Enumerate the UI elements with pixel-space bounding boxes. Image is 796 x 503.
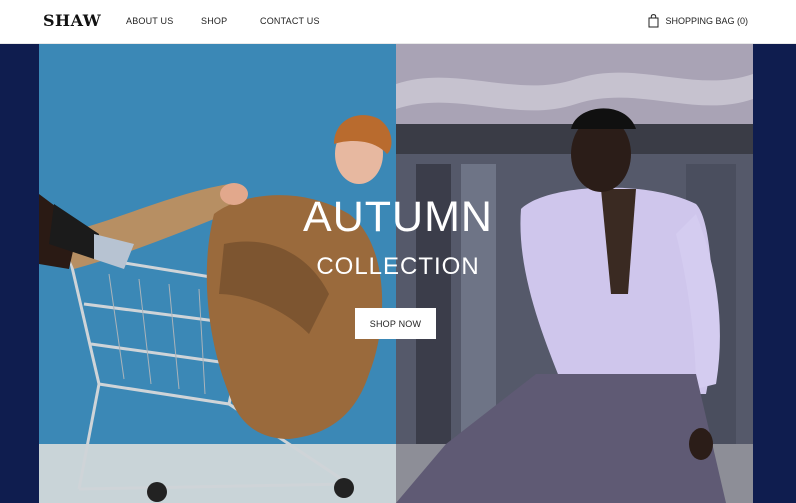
site-header: SHAW ABOUT US SHOP CONTACT US SHOPPING B… (0, 0, 796, 44)
brand-logo[interactable]: SHAW (43, 11, 101, 30)
hero-banner: AUTUMN COLLECTION SHOP NOW (0, 44, 796, 503)
nav-link-shop[interactable]: SHOP (201, 16, 227, 26)
hero-headline: AUTUMN (303, 193, 493, 241)
nav-link-about-us[interactable]: ABOUT US (126, 16, 173, 26)
shopping-bag-link[interactable]: SHOPPING BAG (0) (648, 12, 748, 30)
shopping-bag-label: SHOPPING BAG (0) (665, 16, 748, 26)
nav-link-contact-us[interactable]: CONTACT US (260, 16, 320, 26)
shop-now-button[interactable]: SHOP NOW (355, 308, 436, 339)
shopping-bag-icon (648, 14, 659, 28)
hero-subheadline: COLLECTION (316, 253, 480, 280)
